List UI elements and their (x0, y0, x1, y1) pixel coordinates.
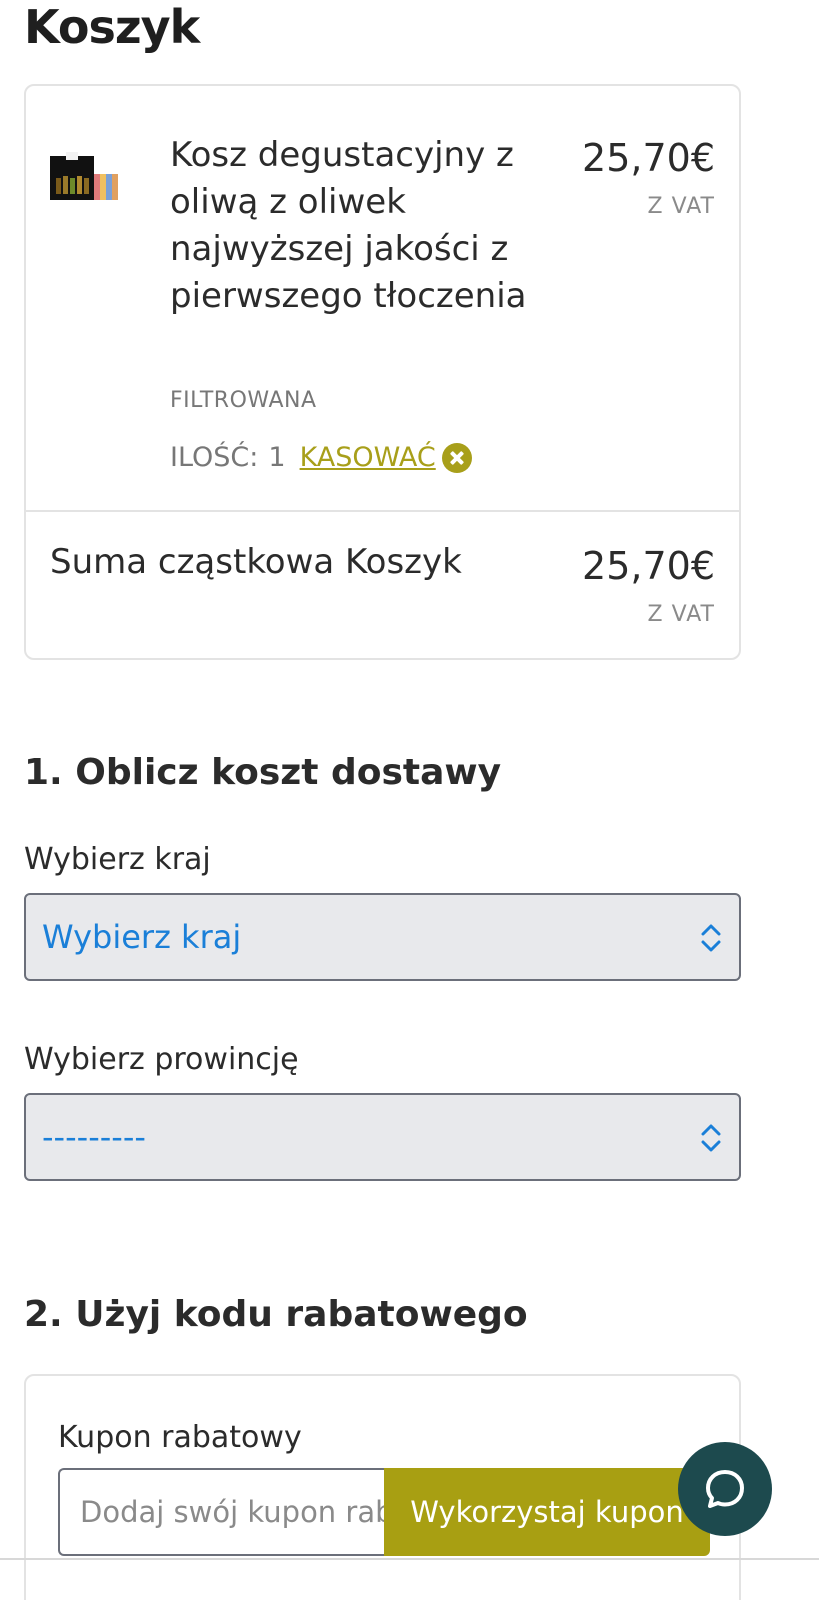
province-select-value: --------- (42, 1118, 146, 1156)
quantity-value: 1 (268, 442, 286, 473)
subtotal-label: Suma cząstkowa Koszyk (50, 542, 462, 582)
cart-summary-card: Kosz degustacyjny z oliwą z oliwek najwy… (24, 84, 741, 660)
divider (26, 510, 739, 512)
bottom-divider (0, 1558, 819, 1560)
product-name-link[interactable]: Kosz degustacyjny z oliwą z oliwek najwy… (170, 132, 550, 320)
chevron-up-down-icon (701, 1124, 721, 1152)
apply-coupon-button[interactable]: Wykorzystaj kupon (384, 1468, 710, 1556)
subtotal-price: 25,70€ (582, 544, 715, 588)
product-variant: FILTROWANA (170, 388, 317, 413)
subtotal-vat-note: Z VAT (647, 602, 715, 627)
coupon-heading: 2. Użyj kodu rabatowego (24, 1294, 528, 1335)
item-vat-note: Z VAT (647, 194, 715, 219)
country-select-value: Wybierz kraj (42, 918, 242, 956)
remove-item-button[interactable]: KASOWAĆ (300, 442, 472, 473)
coupon-card: Kupon rabatowy Wykorzystaj kupon (24, 1374, 741, 1600)
coupon-input[interactable] (58, 1468, 386, 1556)
product-thumbnail[interactable] (50, 152, 122, 204)
remove-label: KASOWAĆ (299, 442, 436, 473)
cart-page: Koszyk Kosz degustacyjny z oliwą z oliwe… (0, 0, 819, 1600)
quantity-line: ILOŚĆ: 1 KASOWAĆ (170, 442, 472, 473)
chat-button[interactable] (678, 1442, 772, 1536)
province-select[interactable]: --------- (24, 1093, 741, 1181)
province-label: Wybierz prowincję (24, 1042, 299, 1077)
close-circle-icon (441, 442, 472, 473)
coupon-label: Kupon rabatowy (58, 1420, 302, 1455)
country-label: Wybierz kraj (24, 842, 211, 877)
cart-item: Kosz degustacyjny z oliwą z oliwek najwy… (26, 86, 739, 510)
chevron-up-down-icon (701, 924, 721, 952)
chat-bubble-icon (706, 1470, 744, 1508)
country-select[interactable]: Wybierz kraj (24, 893, 741, 981)
page-title: Koszyk (24, 0, 200, 54)
item-price: 25,70€ (582, 136, 715, 180)
shipping-heading: 1. Oblicz koszt dostawy (24, 752, 502, 793)
quantity-label: ILOŚĆ: (170, 442, 259, 473)
